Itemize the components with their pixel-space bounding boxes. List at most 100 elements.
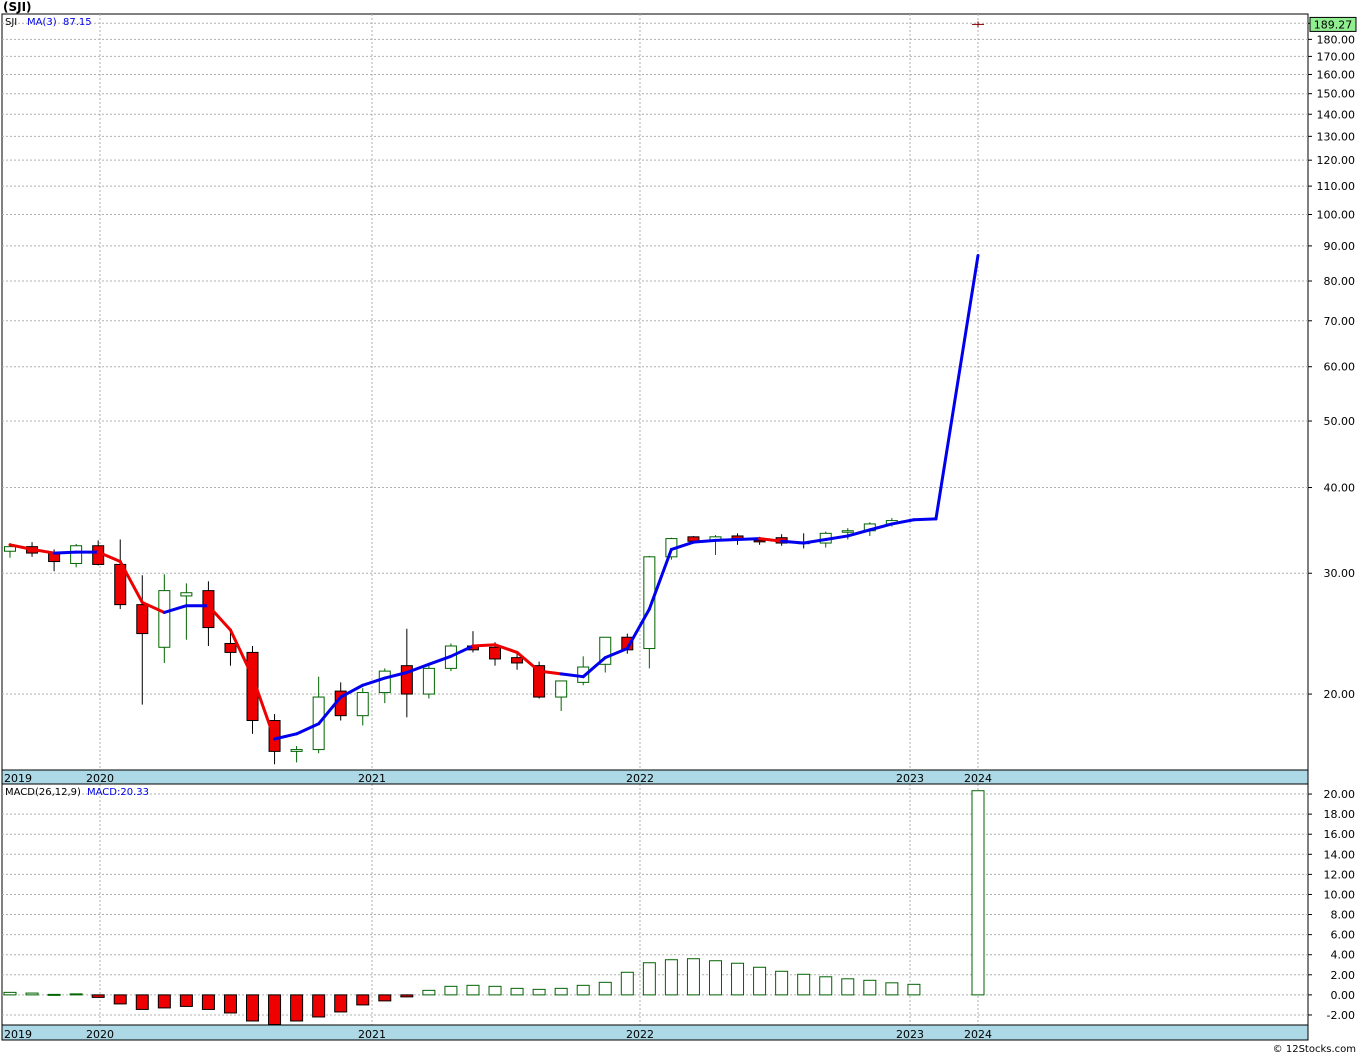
x-tick-label: 2019 (4, 1028, 32, 1041)
price-y-tick-label: 50.00 (1324, 415, 1356, 428)
macd-legend-label: MACD(26,12,9) (5, 787, 81, 798)
last-price-label: 189.27 (1314, 18, 1353, 31)
last-price-marker: 189.27 (1309, 16, 1357, 32)
candle-body-down (489, 646, 502, 660)
macd-bar-positive (907, 983, 921, 996)
macd-bar-positive (841, 978, 855, 996)
macd-y-tick-label: 12.00 (1324, 868, 1356, 881)
price-y-tick-label: 70.00 (1324, 315, 1356, 328)
macd-y-tick-label: 6.00 (1331, 929, 1356, 942)
candle-body-up (841, 530, 854, 533)
macd-bar-positive (422, 989, 436, 996)
chart-credit: © 12Stocks.com (1272, 1044, 1356, 1055)
price-y-tick-label: 60.00 (1324, 361, 1356, 374)
candle-body-up (180, 592, 193, 597)
macd-bar-positive (554, 987, 568, 996)
price-y-tick-label: 40.00 (1324, 482, 1356, 495)
macd-bar-positive (819, 976, 833, 996)
ma3-segment (52, 550, 78, 555)
x-axis-bar (1, 1024, 1309, 1041)
macd-bar-positive (69, 993, 83, 996)
price-y-tick-label: 20.00 (1324, 688, 1356, 701)
macd-bar-positive (642, 962, 656, 996)
macd-bar-positive (488, 985, 502, 996)
macd-bar-positive (775, 970, 789, 996)
x-tick-label: 2023 (896, 1028, 924, 1041)
candle-body-down (224, 642, 237, 653)
macd-bar-positive (25, 992, 39, 996)
ma3-segment (912, 517, 938, 522)
macd-bar-positive (753, 966, 767, 996)
macd-y-tick-label: 8.00 (1331, 909, 1356, 922)
legend-symbol: SJI (5, 17, 17, 28)
macd-y-tick-label: 20.00 (1324, 788, 1356, 801)
candle-body-up (70, 545, 83, 564)
candle-body-up (158, 590, 171, 648)
candle-body-up (4, 546, 16, 552)
macd-bar-negative (91, 994, 105, 998)
x-tick-label: 2024 (964, 772, 992, 785)
legend-ma-value: 87.15 (63, 17, 92, 28)
ma3-segment (471, 643, 497, 648)
macd-bar-negative (157, 994, 171, 1009)
ma3-segment (713, 537, 740, 542)
macd-y-tick-label: 0.00 (1331, 989, 1356, 1002)
price-y-tick-label: 180.00 (1317, 33, 1356, 46)
candle-body-up (356, 692, 369, 717)
candle-body-up (378, 670, 391, 694)
macd-bar-positive (532, 988, 546, 996)
price-y-tick-label: 90.00 (1324, 240, 1356, 253)
macd-bar-negative (223, 994, 237, 1014)
ma3-segment (736, 537, 762, 541)
legend-ma-label: MA(3) (27, 17, 57, 28)
ma3-segment (780, 539, 806, 545)
macd-bar-negative (400, 994, 414, 998)
candle-body-up (555, 680, 568, 698)
x-tick-label: 2020 (86, 1028, 114, 1041)
stock-chart: 190.00180.00170.00160.00150.00140.00130.… (1, 13, 1357, 1041)
x-tick-label: 2020 (86, 772, 114, 785)
x-tick-label: 2021 (358, 772, 386, 785)
price-x-axis: 2019 2020 2021 2022 2023 2024 (1, 769, 1309, 785)
price-y-tick-label: 150.00 (1317, 88, 1356, 101)
x-axis-bar (1, 769, 1309, 785)
price-y-tick-label: 130.00 (1317, 130, 1356, 143)
ma3-segment (691, 538, 717, 544)
macd-bar-negative (246, 994, 260, 1022)
macd-bar-negative (179, 994, 193, 1007)
price-y-tick-label: 30.00 (1324, 567, 1356, 580)
x-tick-label: 2022 (626, 772, 654, 785)
macd-y-tick-label: 2.00 (1331, 969, 1356, 982)
price-y-tick-label: 100.00 (1317, 209, 1356, 222)
x-tick-label: 2021 (358, 1028, 386, 1041)
macd-bar-positive (686, 958, 700, 996)
macd-y-tick-label: 18.00 (1324, 808, 1356, 821)
macd-bar-negative (290, 994, 304, 1022)
macd-bar-positive (510, 987, 524, 996)
macd-bar-negative (201, 994, 215, 1010)
candle-body-up (290, 749, 303, 752)
price-y-tick-label: 170.00 (1317, 50, 1356, 63)
macd-bar-negative (378, 994, 392, 1002)
x-tick-label: 2024 (964, 1028, 992, 1041)
macd-bar-positive (797, 973, 811, 996)
price-y-tick-label: 140.00 (1317, 108, 1356, 121)
macd-x-axis: 2019 2020 2021 2022 2023 2024 (1, 1024, 1309, 1041)
candle (422, 665, 435, 699)
candle-body-down (753, 539, 766, 543)
candle-body-down (136, 604, 149, 635)
macd-bar-positive (3, 991, 17, 996)
price-y-tick-label: 160.00 (1317, 68, 1356, 81)
macd-legend-value: MACD:20.33 (87, 787, 149, 798)
x-tick-label: 2023 (896, 772, 924, 785)
macd-bar-negative (135, 994, 149, 1010)
candle (70, 543, 83, 568)
macd-bar-positive (598, 981, 612, 996)
macd-bar-negative (356, 994, 370, 1006)
candle-body-down (511, 657, 524, 664)
macd-y-tick-label: 4.00 (1331, 949, 1356, 962)
macd-y-tick-label: 14.00 (1324, 848, 1356, 861)
price-y-tick-label: 120.00 (1317, 154, 1356, 167)
macd-bar-positive (731, 962, 745, 996)
macd-bar-positive (664, 959, 678, 996)
